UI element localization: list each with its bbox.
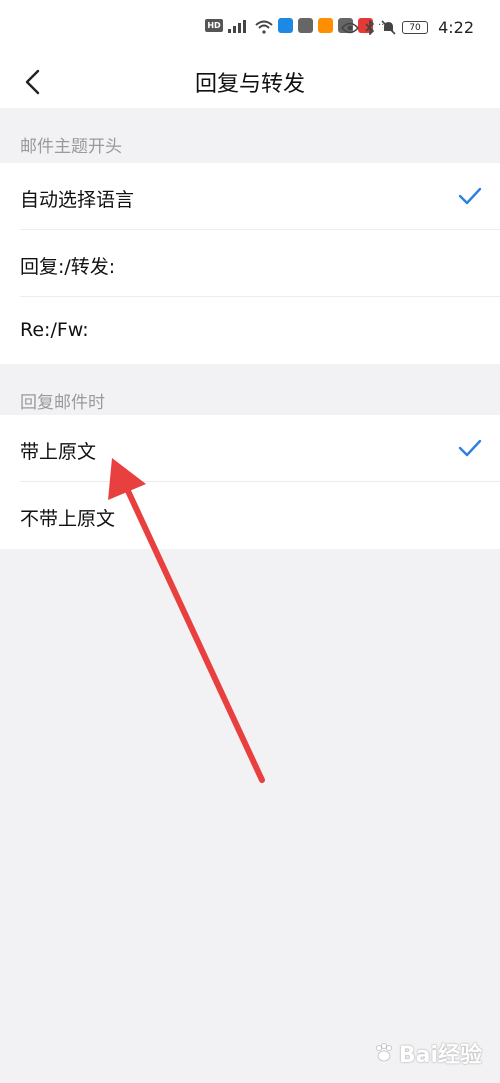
top-navigation-bar: 回复与转发 [0, 56, 500, 108]
cellular-signal-icon [228, 18, 250, 33]
option-label: Re:/Fw: [20, 319, 89, 341]
watermark-text: Bai经验 [398, 1043, 482, 1068]
option-chinese-prefix[interactable]: 回复:/转发: [0, 230, 500, 297]
option-exclude-original[interactable]: 不带上原文 [0, 482, 500, 549]
reply-mode-options: 带上原文 不带上原文 [0, 415, 500, 549]
eye-icon [341, 22, 360, 33]
section-title: 邮件主题开头 [20, 137, 122, 157]
page-title: 回复与转发 [194, 72, 305, 97]
checkmark-icon [458, 187, 482, 205]
option-label: 带上原文 [20, 441, 97, 463]
bluetooth-icon [365, 20, 375, 35]
checkmark-icon [458, 439, 482, 457]
option-include-original[interactable]: 带上原文 [0, 415, 500, 482]
option-label: 自动选择语言 [20, 189, 135, 211]
option-label: 回复:/转发: [20, 256, 116, 278]
video-app-icon [318, 18, 333, 33]
section-header-reply-mode: 回复邮件时 [0, 364, 500, 416]
baidu-jingyan-watermark: Bai经验 [373, 1037, 482, 1069]
wifi-icon [255, 19, 273, 34]
battery-icon: 70 [402, 21, 429, 34]
shield-app-icon [298, 18, 313, 33]
subject-prefix-options: 自动选择语言 回复:/转发: Re:/Fw: [0, 163, 500, 364]
mute-icon [381, 20, 396, 35]
section-header-subject-prefix: 邮件主题开头 [0, 108, 500, 160]
system-status: 70 4:22 [341, 18, 474, 37]
paw-logo-icon [375, 1043, 392, 1062]
status-time: 4:22 [438, 18, 474, 37]
option-english-prefix[interactable]: Re:/Fw: [0, 297, 500, 364]
option-label: 不带上原文 [20, 508, 116, 530]
hd-voice-icon: HD [205, 19, 223, 32]
status-bar: HD ··· 70 4:22 [0, 0, 500, 56]
cloud-app-icon [278, 18, 293, 33]
section-title: 回复邮件时 [20, 393, 105, 413]
option-auto-language[interactable]: 自动选择语言 [0, 163, 500, 230]
